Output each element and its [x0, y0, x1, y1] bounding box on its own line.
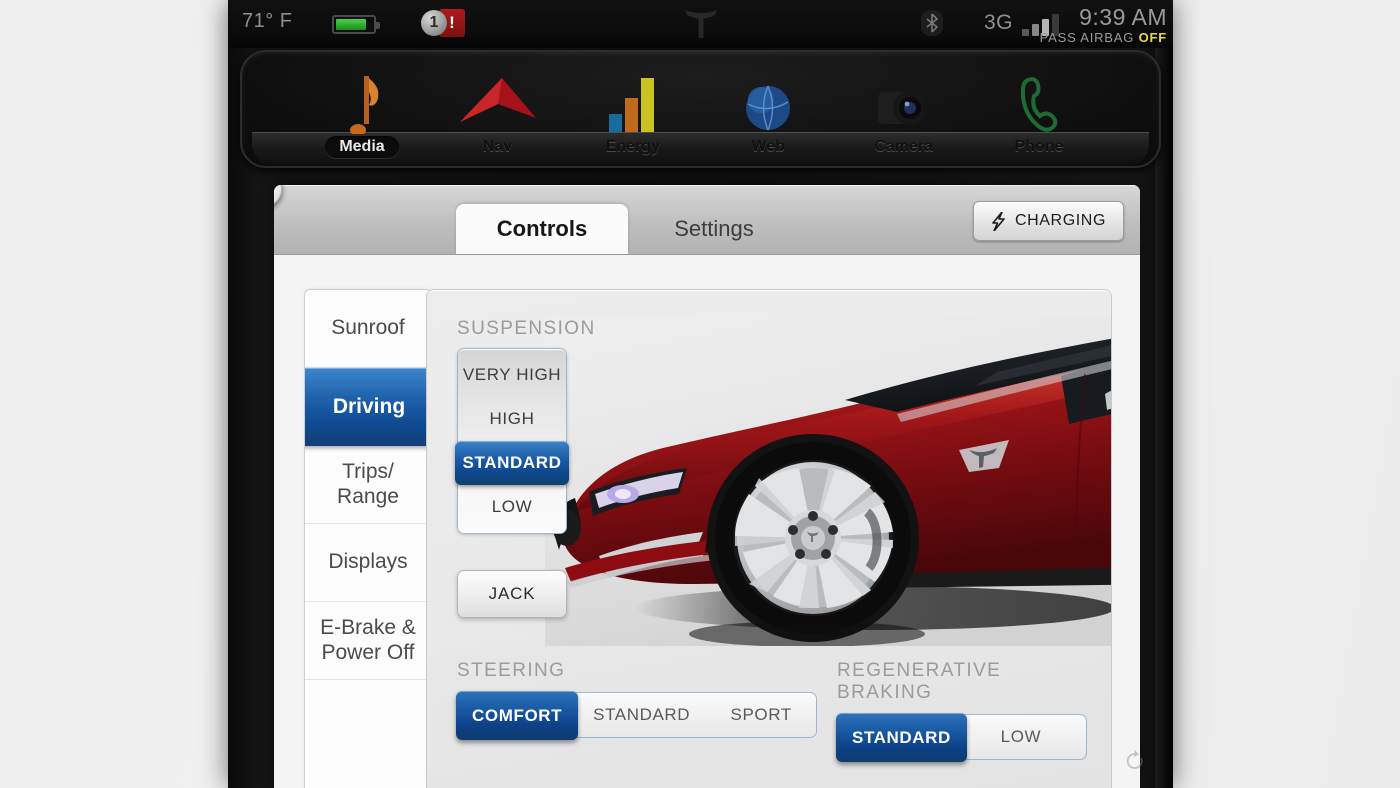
controls-panel: Controls Settings CHARGING Sunroof Drivi… — [274, 185, 1140, 788]
regen-braking-segmented-control: STANDARD LOW — [836, 713, 1087, 762]
regen-option-standard[interactable]: STANDARD — [836, 713, 967, 762]
sidebar-item-driving[interactable]: Driving — [305, 368, 431, 446]
jack-mode-button[interactable]: JACK — [457, 570, 567, 618]
bluetooth-icon — [921, 10, 943, 36]
dock-items: Media Nav Energy Web Camera Phone — [256, 58, 1145, 162]
sidebar-item-displays[interactable]: Displays — [305, 524, 431, 602]
panel-tab-bar: Controls Settings CHARGING — [274, 185, 1140, 255]
regen-braking-control-group: REGENERATIVE BRAKING STANDARD LOW — [836, 660, 1087, 762]
dock-item-energy[interactable]: Energy — [573, 62, 693, 158]
suspension-option-very-high[interactable]: VERY HIGH — [458, 353, 566, 397]
dock-item-phone[interactable]: Phone — [979, 62, 1099, 158]
navigation-arrow-icon — [454, 62, 540, 134]
dock-label-nav: Nav — [482, 138, 513, 155]
suspension-option-high[interactable]: HIGH — [458, 397, 566, 441]
dock-label-web: Web — [751, 138, 785, 155]
rotate-icon[interactable] — [1125, 750, 1147, 776]
suspension-option-low[interactable]: LOW — [458, 485, 566, 529]
dock-item-camera[interactable]: Camera — [844, 62, 964, 158]
tesla-logo-svg — [684, 10, 717, 38]
phone-handset-icon — [1014, 62, 1064, 134]
airbag-label: PASS AIRBAG — [1039, 30, 1135, 45]
tab-list: Controls Settings — [456, 204, 800, 254]
vehicle-touchscreen-bezel: 71° F 1 ! 3G 9:39 AM PASS AIRBAG OFF Med… — [228, 0, 1173, 788]
steering-section-title: STEERING — [457, 660, 566, 681]
controls-sidebar: Sunroof Driving Trips/ Range Displays E-… — [304, 289, 432, 788]
dock-item-web[interactable]: Web — [708, 62, 828, 158]
steering-option-sport[interactable]: SPORT — [706, 693, 816, 737]
passenger-airbag-status: PASS AIRBAG OFF — [1040, 30, 1167, 45]
lightning-bolt-icon — [992, 211, 1005, 231]
airbag-state: OFF — [1138, 30, 1167, 45]
sidebar-item-ebrake-power-off[interactable]: E-Brake & Power Off — [305, 602, 431, 680]
dock-item-media[interactable]: Media — [302, 62, 422, 158]
tesla-car-illustration — [545, 316, 1111, 646]
steering-option-comfort[interactable]: COMFORT — [456, 691, 579, 740]
charging-button-label: CHARGING — [1014, 212, 1106, 229]
dock-label-energy: Energy — [605, 138, 660, 155]
driving-content: SUSPENSION VERY HIGH HIGH STANDARD LOW J… — [426, 289, 1112, 788]
screen-root: 71° F 1 ! 3G 9:39 AM PASS AIRBAG OFF Med… — [0, 0, 1400, 788]
outside-temperature: 71° F — [242, 10, 293, 32]
dock-item-nav[interactable]: Nav — [437, 62, 557, 158]
tab-settings[interactable]: Settings — [628, 204, 800, 254]
dock-label-camera: Camera — [874, 138, 933, 155]
globe-icon — [742, 62, 794, 134]
suspension-height-selector: VERY HIGH HIGH STANDARD LOW — [455, 348, 569, 534]
suspension-option-standard[interactable]: STANDARD — [455, 441, 569, 485]
driving-mode-controls: STEERING COMFORT STANDARD SPORT REGENERA… — [456, 660, 1087, 780]
steering-option-standard[interactable]: STANDARD — [577, 693, 706, 737]
bar-chart-icon — [605, 62, 661, 134]
warning-count: 1 — [421, 10, 447, 36]
tab-controls[interactable]: Controls — [456, 204, 628, 254]
app-dock: Media Nav Energy Web Camera Phone — [240, 50, 1161, 168]
suspension-section-title: SUSPENSION — [457, 318, 596, 339]
steering-control-group: STEERING COMFORT STANDARD SPORT — [456, 660, 818, 740]
network-type: 3G — [983, 11, 1013, 34]
sidebar-item-trips-range[interactable]: Trips/ Range — [305, 446, 431, 524]
steering-segmented-control: COMFORT STANDARD SPORT — [456, 691, 818, 740]
clock: 9:39 AM — [1079, 4, 1167, 30]
warning-badge[interactable]: 1 ! — [421, 8, 465, 38]
sidebar-item-sunroof[interactable]: Sunroof — [305, 290, 431, 368]
charging-button[interactable]: CHARGING — [972, 201, 1124, 241]
dock-label-phone: Phone — [1014, 138, 1064, 155]
status-bar: 71° F 1 ! 3G 9:39 AM PASS AIRBAG OFF — [228, 0, 1173, 48]
camera-lens-icon — [874, 62, 934, 134]
panel-body: Sunroof Driving Trips/ Range Displays E-… — [274, 255, 1140, 788]
music-note-icon — [336, 62, 388, 134]
dock-label-media: Media — [325, 136, 399, 158]
regen-braking-section-title: REGENERATIVE BRAKING — [837, 660, 1002, 703]
tesla-model-s-image — [545, 316, 1111, 646]
battery-icon — [332, 15, 380, 34]
regen-option-low[interactable]: LOW — [966, 715, 1076, 759]
